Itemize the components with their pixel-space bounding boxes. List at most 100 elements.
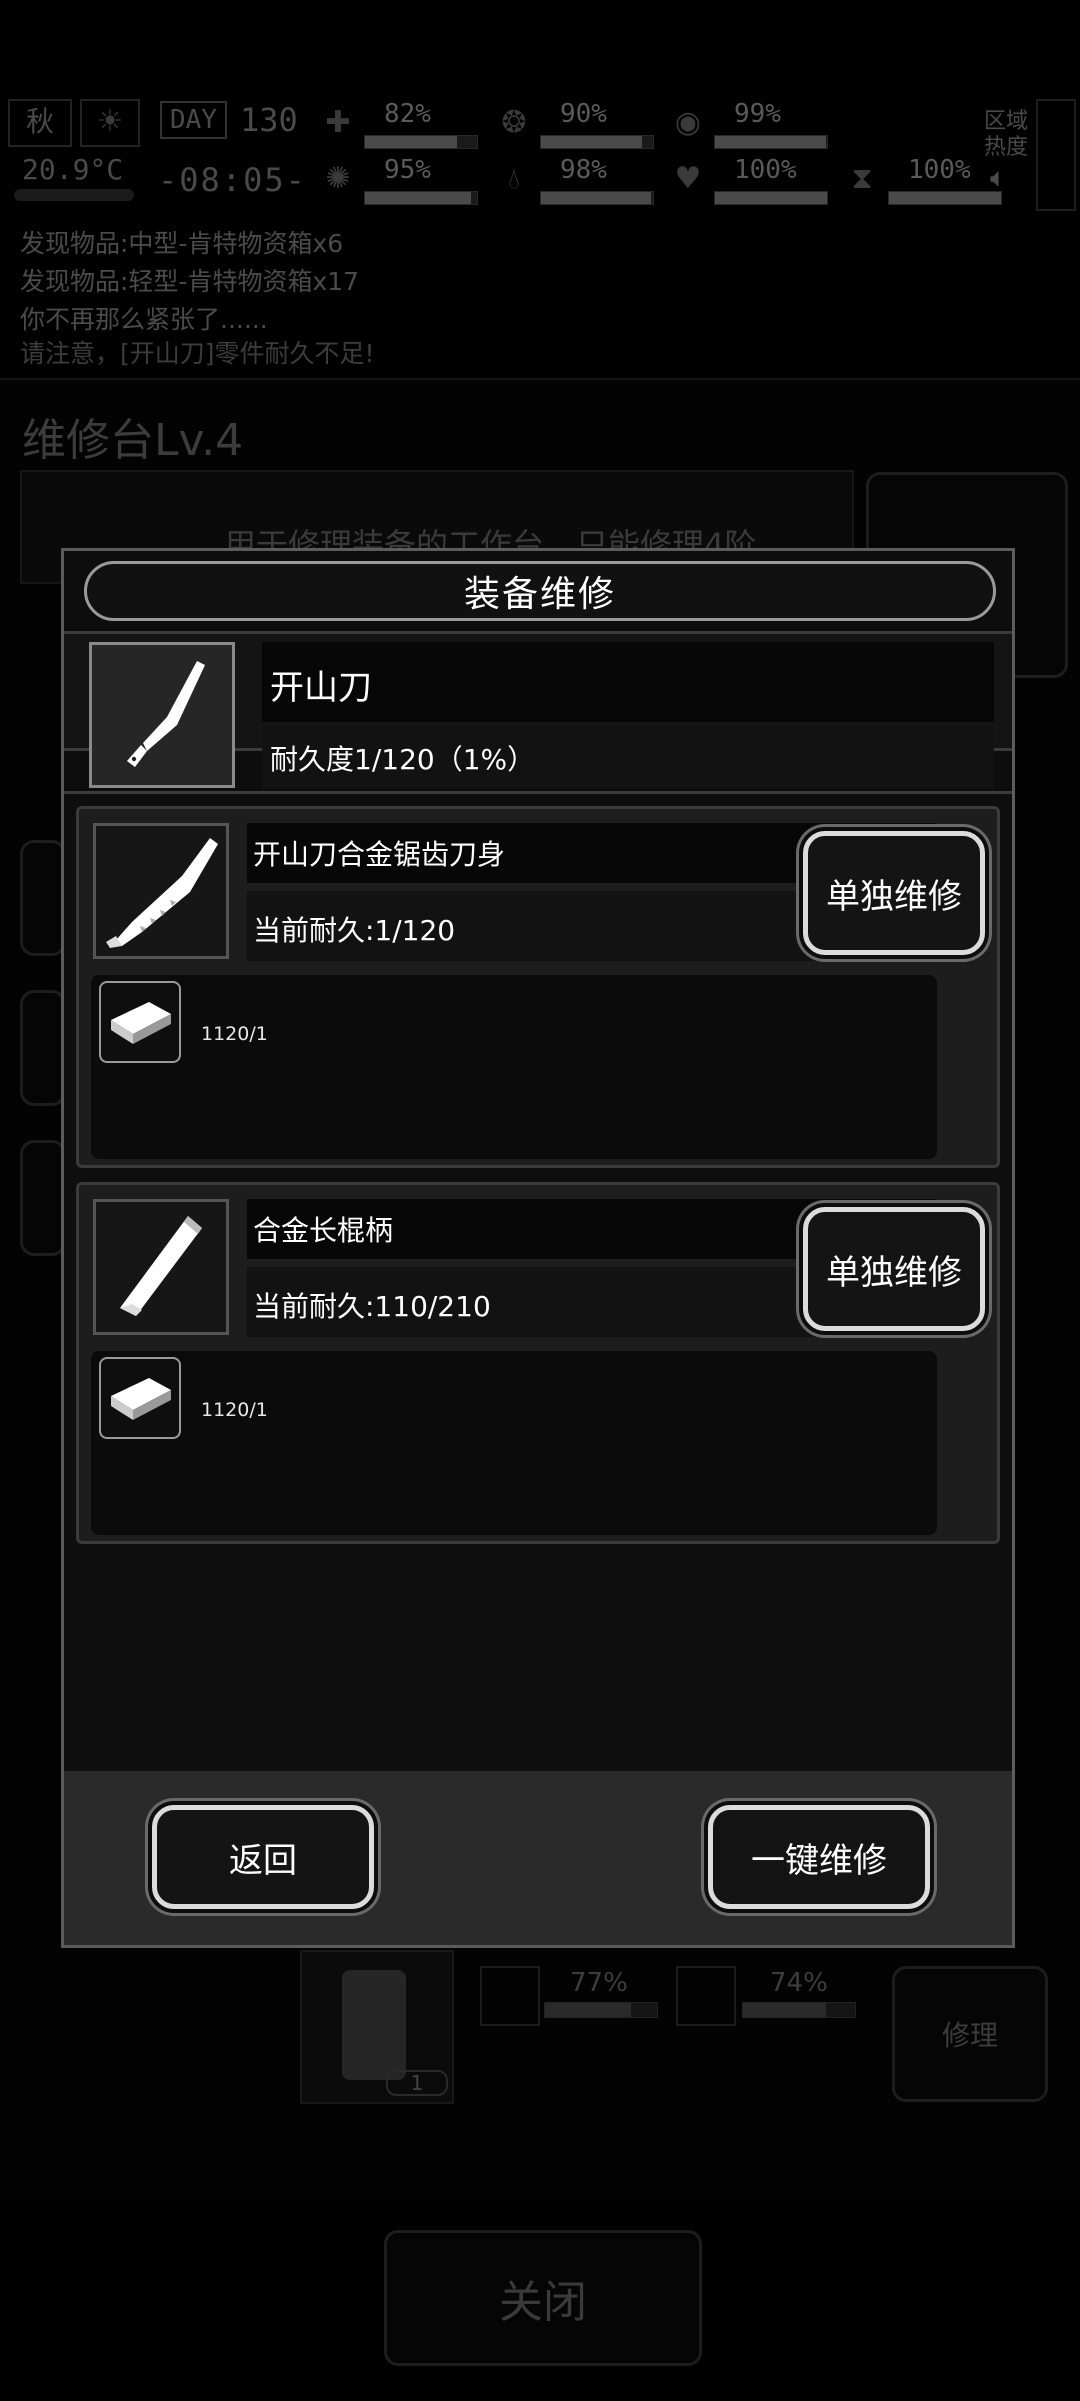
- bench-left-tab[interactable]: [20, 1140, 66, 1256]
- stat-percent: 99%: [734, 99, 781, 129]
- bottom-item-pct: 74%: [770, 1968, 828, 1998]
- repair-single-button[interactable]: 单独维修: [803, 1207, 985, 1331]
- stat-bar-fill: [365, 136, 457, 148]
- stat-bar: [714, 135, 828, 149]
- stomach-icon: ❂: [501, 105, 527, 140]
- part-card: 合金长棍柄 当前耐久:110/210 1120/1 单独维修: [76, 1182, 1000, 1544]
- material-qty: 1120/1: [201, 1023, 268, 1045]
- stat-bar: [364, 135, 478, 149]
- repair-single-label: 单独维修: [826, 1252, 962, 1293]
- part-icon-frame: [93, 823, 229, 959]
- bench-title: 维修台Lv.4: [22, 415, 244, 466]
- log-line: 发现物品:轻型-肯特物资箱x17: [20, 267, 360, 296]
- bench-left-tab[interactable]: [20, 840, 66, 956]
- bottom-item-pct: 77%: [570, 1968, 628, 1998]
- hud-stat: ⧗ 100%: [842, 155, 1012, 207]
- stat-bar-fill: [541, 136, 642, 148]
- repair-all-button[interactable]: 一键维修: [708, 1805, 930, 1909]
- hud-stat: ✺ 95%: [318, 155, 488, 207]
- parts-list[interactable]: 开山刀合金锯齿刀身 当前耐久:1/120 1120/1 单独维修 合金长棍柄 当…: [64, 791, 1012, 1772]
- stat-bar-fill: [715, 192, 827, 204]
- temperature-bar: [14, 189, 134, 201]
- stat-bar: [714, 191, 828, 205]
- bench-close-button[interactable]: 关闭: [384, 2230, 702, 2366]
- hud-top-bar: 秋 ☀ 20.9°C DAY 130 -08:05- 区域热度 🔈︎ ✚ 82% ❂…: [0, 95, 1080, 215]
- stat-percent: 100%: [908, 155, 971, 185]
- repair-all-label: 一键维修: [751, 1840, 887, 1881]
- alloy-handle-icon: [120, 1216, 202, 1316]
- back-button[interactable]: 返回: [152, 1805, 374, 1909]
- modal-title-bar: 装备维修: [84, 561, 996, 621]
- keypad-small-icon: [480, 1966, 540, 2026]
- stat-bar: [540, 191, 654, 205]
- bench-repair-button[interactable]: 修理: [892, 1966, 1048, 2102]
- material-slot[interactable]: [99, 981, 181, 1063]
- bench-left-tab[interactable]: [20, 990, 66, 1106]
- log-line: 发现物品:中型-肯特物资箱x6: [20, 229, 344, 258]
- stat-percent: 90%: [560, 99, 607, 129]
- part-card: 开山刀合金锯齿刀身 当前耐久:1/120 1120/1 单独维修: [76, 806, 1000, 1168]
- item-count-badge: 1: [386, 2070, 448, 2096]
- season-box: 秋: [8, 99, 72, 147]
- serrated-blade-icon: [106, 838, 218, 948]
- day-label: DAY: [160, 101, 227, 139]
- repair-single-label: 单独维修: [826, 876, 962, 917]
- stat-bar-fill: [541, 192, 651, 204]
- brain-icon: ✺: [325, 161, 351, 196]
- hourglass-icon: ⧗: [851, 161, 873, 196]
- hud-stat: ♥ 100%: [668, 155, 838, 207]
- stat-percent: 98%: [560, 155, 607, 185]
- hud-stat: ◉ 99%: [668, 99, 838, 151]
- energy-icon: ◉: [674, 105, 702, 140]
- clock-readout: -08:05-: [158, 161, 307, 199]
- bench-close-label: 关闭: [499, 2277, 587, 2328]
- zone-heat-label: 区域热度: [984, 109, 1029, 160]
- bottom-item-bar: [742, 2002, 856, 2018]
- water-drop-icon: 💧︎: [508, 161, 520, 196]
- material-area: 1120/1: [91, 975, 937, 1159]
- hud-stat: ❂ 90%: [494, 99, 664, 151]
- material-qty: 1120/1: [201, 1399, 268, 1421]
- stat-percent: 100%: [734, 155, 797, 185]
- material-area: 1120/1: [91, 1351, 937, 1535]
- keypad-icon: [342, 1970, 406, 2080]
- repair-modal: 装备维修 开山刀 耐久度1/120（1%） 开山刀合金锯齿刀身 当前耐久:1/1…: [61, 548, 1015, 1948]
- first-aid-icon: ✚: [325, 105, 351, 140]
- hud-stat: 💧︎ 98%: [494, 155, 664, 207]
- stat-bar: [540, 135, 654, 149]
- temperature-readout: 20.9°C: [22, 153, 124, 186]
- side-panel: [1036, 99, 1076, 211]
- log-line: 你不再那么紧张了......: [20, 305, 268, 334]
- stat-bar-fill: [889, 192, 1001, 204]
- stat-bar-fill: [365, 192, 472, 204]
- part-icon-frame: [93, 1199, 229, 1335]
- metal-ingot-icon: [111, 1378, 171, 1420]
- log-line: 请注意，[开山刀]零件耐久不足!: [20, 339, 375, 368]
- material-slot[interactable]: [99, 1357, 181, 1439]
- item-name: 开山刀: [270, 668, 372, 708]
- modal-footer: 返回 一键维修: [64, 1771, 1012, 1945]
- heart-icon: ♥: [674, 161, 702, 196]
- part-durability: 当前耐久:110/210: [253, 1290, 491, 1323]
- item-durability-box: 耐久度1/120（1%）: [262, 726, 994, 788]
- blade-small-icon: [676, 1966, 736, 2026]
- part-name: 合金长棍柄: [253, 1214, 394, 1247]
- modal-title: 装备维修: [463, 574, 616, 615]
- metal-ingot-icon: [111, 1002, 171, 1044]
- stat-percent: 82%: [384, 99, 431, 129]
- item-icon-frame: [89, 642, 235, 788]
- stat-percent: 95%: [384, 155, 431, 185]
- back-label: 返回: [229, 1840, 297, 1881]
- part-name: 开山刀合金锯齿刀身: [253, 838, 506, 871]
- item-header: 开山刀 耐久度1/120（1%）: [64, 631, 1012, 788]
- bench-repair-label: 修理: [941, 2019, 998, 2052]
- weather-sun-icon: ☀: [80, 99, 140, 147]
- stat-bar-fill: [715, 136, 826, 148]
- item-name-box: 开山刀: [262, 642, 994, 722]
- day-number: 130: [240, 101, 298, 139]
- repair-single-button[interactable]: 单独维修: [803, 831, 985, 955]
- stat-bar: [364, 191, 478, 205]
- item-durability: 耐久度1/120（1%）: [270, 743, 536, 776]
- machete-icon: [127, 661, 205, 767]
- item-slot[interactable]: 1: [300, 1950, 454, 2104]
